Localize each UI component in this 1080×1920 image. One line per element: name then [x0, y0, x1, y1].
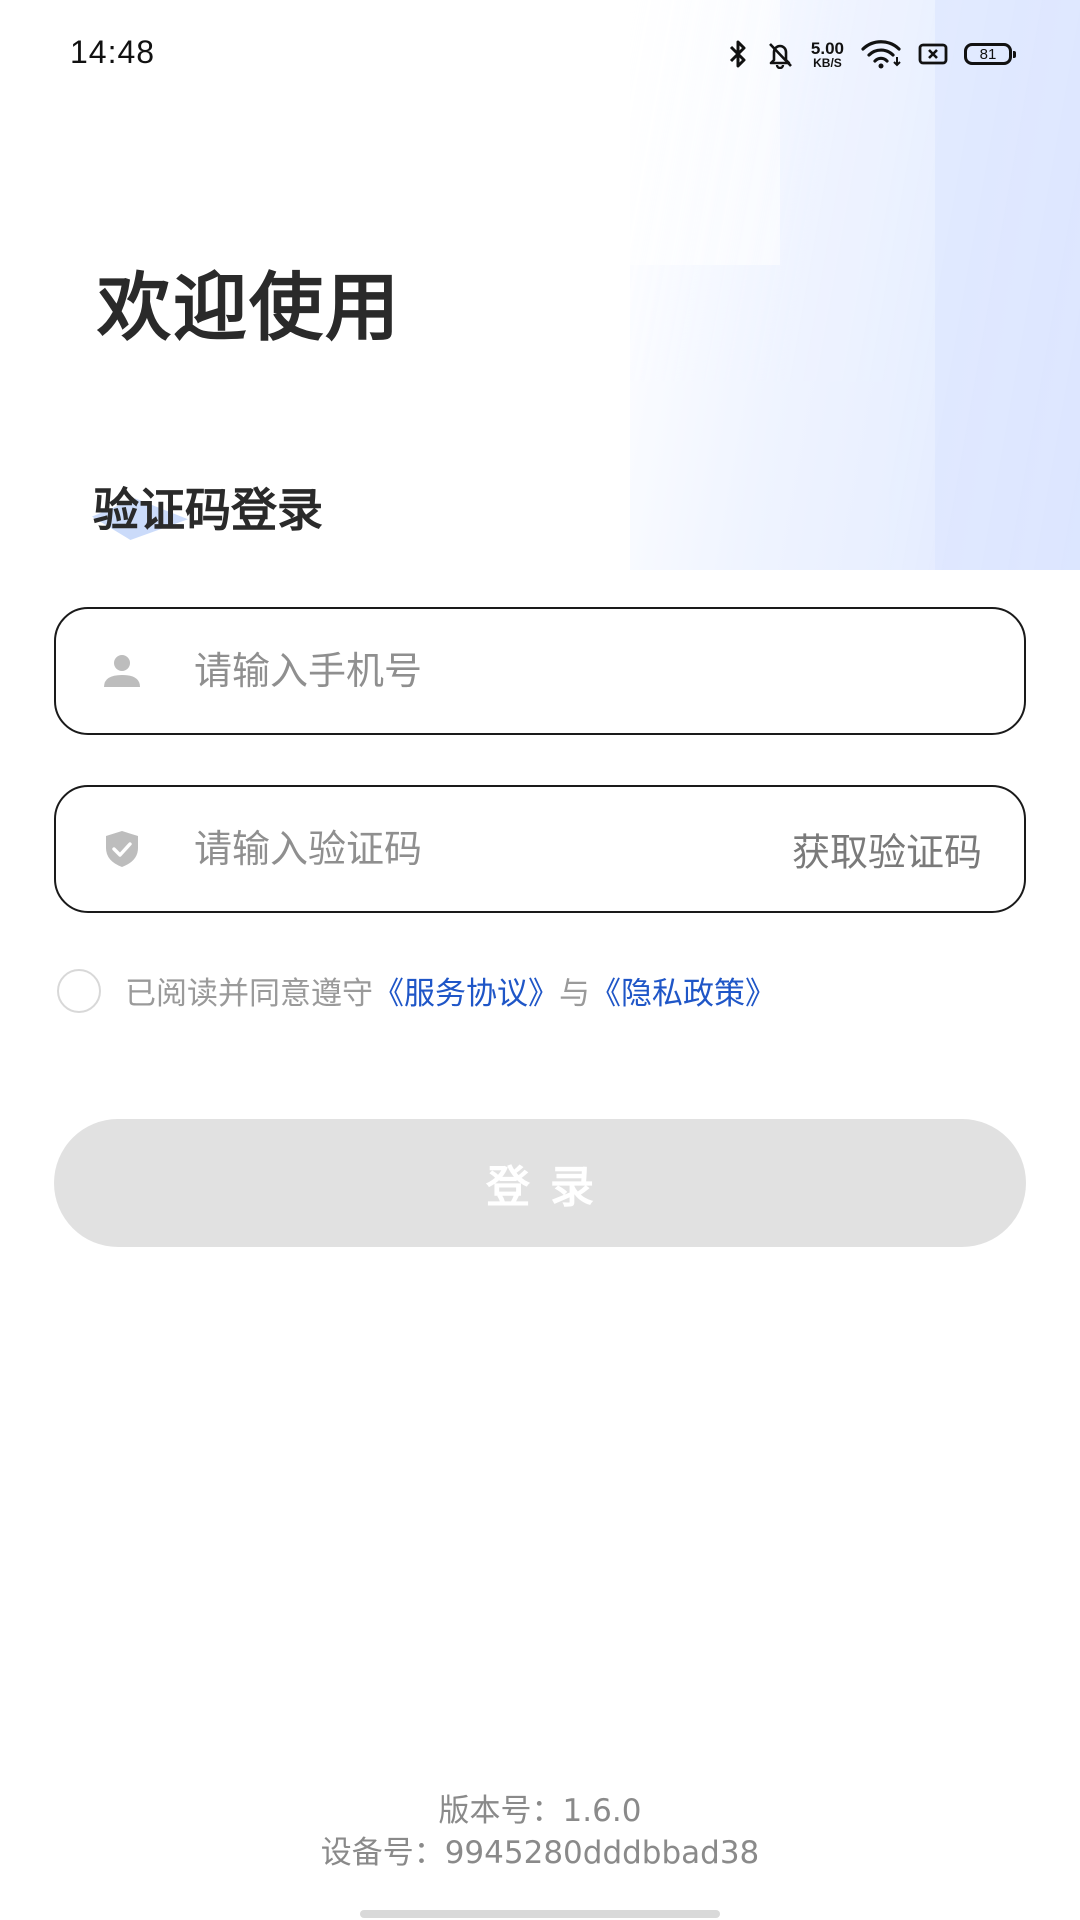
bluetooth-icon	[729, 40, 746, 68]
status-bar: 14:48 5.00 KB/S 81	[0, 0, 1080, 110]
network-speed-value: 5.00	[810, 38, 844, 58]
sim-off-icon	[918, 43, 948, 65]
verification-code-input[interactable]	[194, 787, 754, 911]
login-type-title: 验证码登录	[93, 483, 323, 537]
footer: 版本号：1.6.0 设备号：9945280dddbbad38	[0, 1790, 1080, 1874]
status-icons: 5.00 KB/S 81	[727, 36, 1016, 72]
service-agreement-link[interactable]: 《服务协议》	[373, 968, 559, 1013]
battery-icon: 81	[964, 43, 1016, 65]
verification-code-field[interactable]: 获取验证码	[54, 785, 1026, 913]
wifi-icon	[861, 40, 901, 69]
network-speed-unit: KB/S	[813, 55, 842, 70]
privacy-policy-link[interactable]: 《隐私政策》	[590, 968, 776, 1013]
welcome-title: 欢迎使用	[97, 265, 401, 351]
agreement-row: 已阅读并同意遵守 《服务协议》 与 《隐私政策》	[57, 968, 776, 1013]
get-code-button[interactable]: 获取验证码	[792, 822, 982, 877]
agreement-checkbox[interactable]	[57, 968, 101, 1013]
status-time: 14:48	[70, 34, 156, 70]
version-text: 版本号：1.6.0	[438, 1793, 642, 1829]
login-button[interactable]: 登录	[54, 1119, 1026, 1247]
shield-check-icon	[100, 827, 144, 871]
agreement-connector: 与	[559, 976, 590, 1012]
agreement-prefix: 已阅读并同意遵守	[125, 976, 373, 1012]
bell-muted-icon	[768, 43, 792, 69]
network-speed: 5.00 KB/S	[811, 40, 844, 69]
device-id-text: 设备号：9945280dddbbad38	[320, 1835, 760, 1871]
home-indicator[interactable]	[360, 1910, 720, 1918]
user-icon	[100, 649, 144, 693]
phone-input[interactable]	[194, 609, 754, 733]
phone-field[interactable]	[54, 607, 1026, 735]
